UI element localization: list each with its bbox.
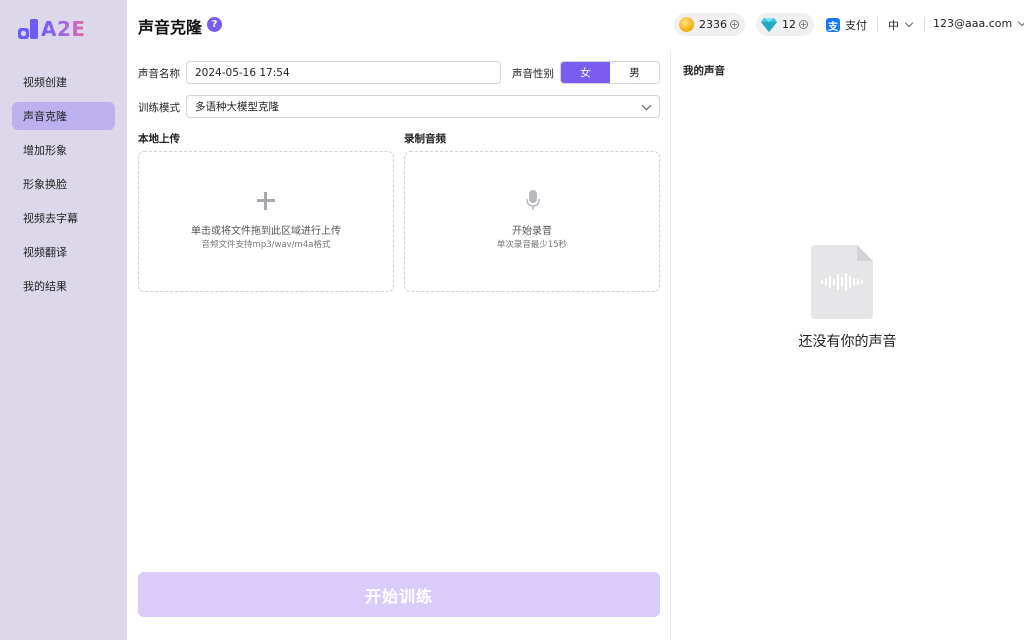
coin-icon — [679, 17, 694, 32]
start-training-button[interactable]: 开始训练 — [138, 572, 660, 617]
sidebar-item-remove-subtitles[interactable]: 视频去字幕 — [12, 204, 115, 232]
upload-section-title: 本地上传 — [138, 133, 180, 145]
record-duration-hint: 单次录音最少15秒 — [496, 240, 568, 250]
sidebar-item-add-avatar[interactable]: 增加形象 — [12, 136, 115, 164]
record-section-title: 录制音频 — [404, 133, 446, 145]
top-bar: 声音克隆 ? 2336 + 12 + 支 支付 中 123@aaa.com — [127, 0, 1024, 50]
gender-female-option[interactable]: 女 — [561, 62, 610, 83]
divider — [924, 17, 925, 32]
chevron-down-icon — [641, 100, 652, 111]
add-coins-icon[interactable]: + — [730, 20, 739, 29]
upload-instruction: 单击或将文件拖到此区域进行上传 — [191, 226, 341, 237]
gem-balance[interactable]: 12 + — [756, 13, 814, 36]
logo-mark-icon — [18, 19, 38, 39]
coin-count: 2336 — [699, 18, 727, 31]
voice-name-label: 声音名称 — [138, 68, 180, 80]
gender-male-option[interactable]: 男 — [610, 62, 659, 83]
logo[interactable]: A2E — [18, 16, 86, 42]
empty-audio-file-icon — [811, 245, 873, 319]
my-voices-title: 我的声音 — [683, 65, 725, 77]
sidebar-item-my-results[interactable]: 我的结果 — [12, 272, 115, 300]
voice-name-input[interactable]: 2024-05-16 17:54 — [186, 61, 501, 84]
empty-state-text: 还没有你的声音 — [798, 334, 897, 350]
sidebar-item-face-swap[interactable]: 形象换脸 — [12, 170, 115, 198]
sidebar-item-video-create[interactable]: 视频创建 — [12, 68, 115, 96]
sidebar-item-voice-clone[interactable]: 声音克隆 — [12, 102, 115, 130]
help-icon[interactable]: ? — [207, 17, 222, 32]
user-menu[interactable]: 123@aaa.com — [933, 17, 1024, 30]
sidebar-item-video-translate[interactable]: 视频翻译 — [12, 238, 115, 266]
language-select[interactable]: 中 — [888, 17, 914, 33]
voice-name-value: 2024-05-16 17:54 — [195, 66, 290, 79]
upload-format-hint: 音频文件支持mp3/wav/m4a格式 — [201, 240, 331, 250]
pay-button[interactable]: 支 支付 — [826, 17, 867, 33]
my-voices-panel: 我的声音 还没有你的声音 — [671, 50, 1024, 640]
sidebar-nav: 视频创建 声音克隆 增加形象 形象换脸 视频去字幕 视频翻译 我的结果 — [12, 68, 115, 306]
user-email: 123@aaa.com — [933, 17, 1013, 30]
upload-dropzone[interactable]: 单击或将文件拖到此区域进行上传 音频文件支持mp3/wav/m4a格式 — [138, 151, 394, 292]
logo-text: A2E — [41, 17, 86, 41]
gem-count: 12 — [782, 18, 796, 31]
alipay-icon: 支 — [826, 18, 840, 33]
gender-toggle: 女 男 — [560, 61, 660, 84]
divider — [877, 17, 878, 32]
training-mode-select[interactable]: 多语种大模型克隆 — [186, 95, 660, 118]
add-gems-icon[interactable]: + — [799, 20, 808, 29]
chevron-down-icon — [1017, 17, 1024, 26]
page-title: 声音克隆 — [138, 18, 203, 37]
coin-balance[interactable]: 2336 + — [674, 13, 745, 36]
record-start-label: 开始录音 — [512, 226, 552, 237]
language-label: 中 — [888, 19, 899, 32]
training-mode-label: 训练模式 — [138, 102, 180, 114]
training-mode-value: 多语种大模型克隆 — [195, 101, 279, 113]
pay-label: 支付 — [845, 19, 867, 32]
record-area[interactable]: 开始录音 单次录音最少15秒 — [404, 151, 660, 292]
sidebar: A2E 视频创建 声音克隆 增加形象 形象换脸 视频去字幕 视频翻译 我的结果 — [0, 0, 127, 640]
voice-clone-form: 声音名称 2024-05-16 17:54 声音性别 女 男 训练模式 多语种大… — [127, 50, 670, 640]
plus-icon — [257, 192, 275, 210]
microphone-icon — [526, 190, 540, 210]
voice-gender-label: 声音性别 — [512, 68, 554, 80]
chevron-down-icon — [904, 18, 914, 28]
diamond-icon — [761, 17, 777, 32]
